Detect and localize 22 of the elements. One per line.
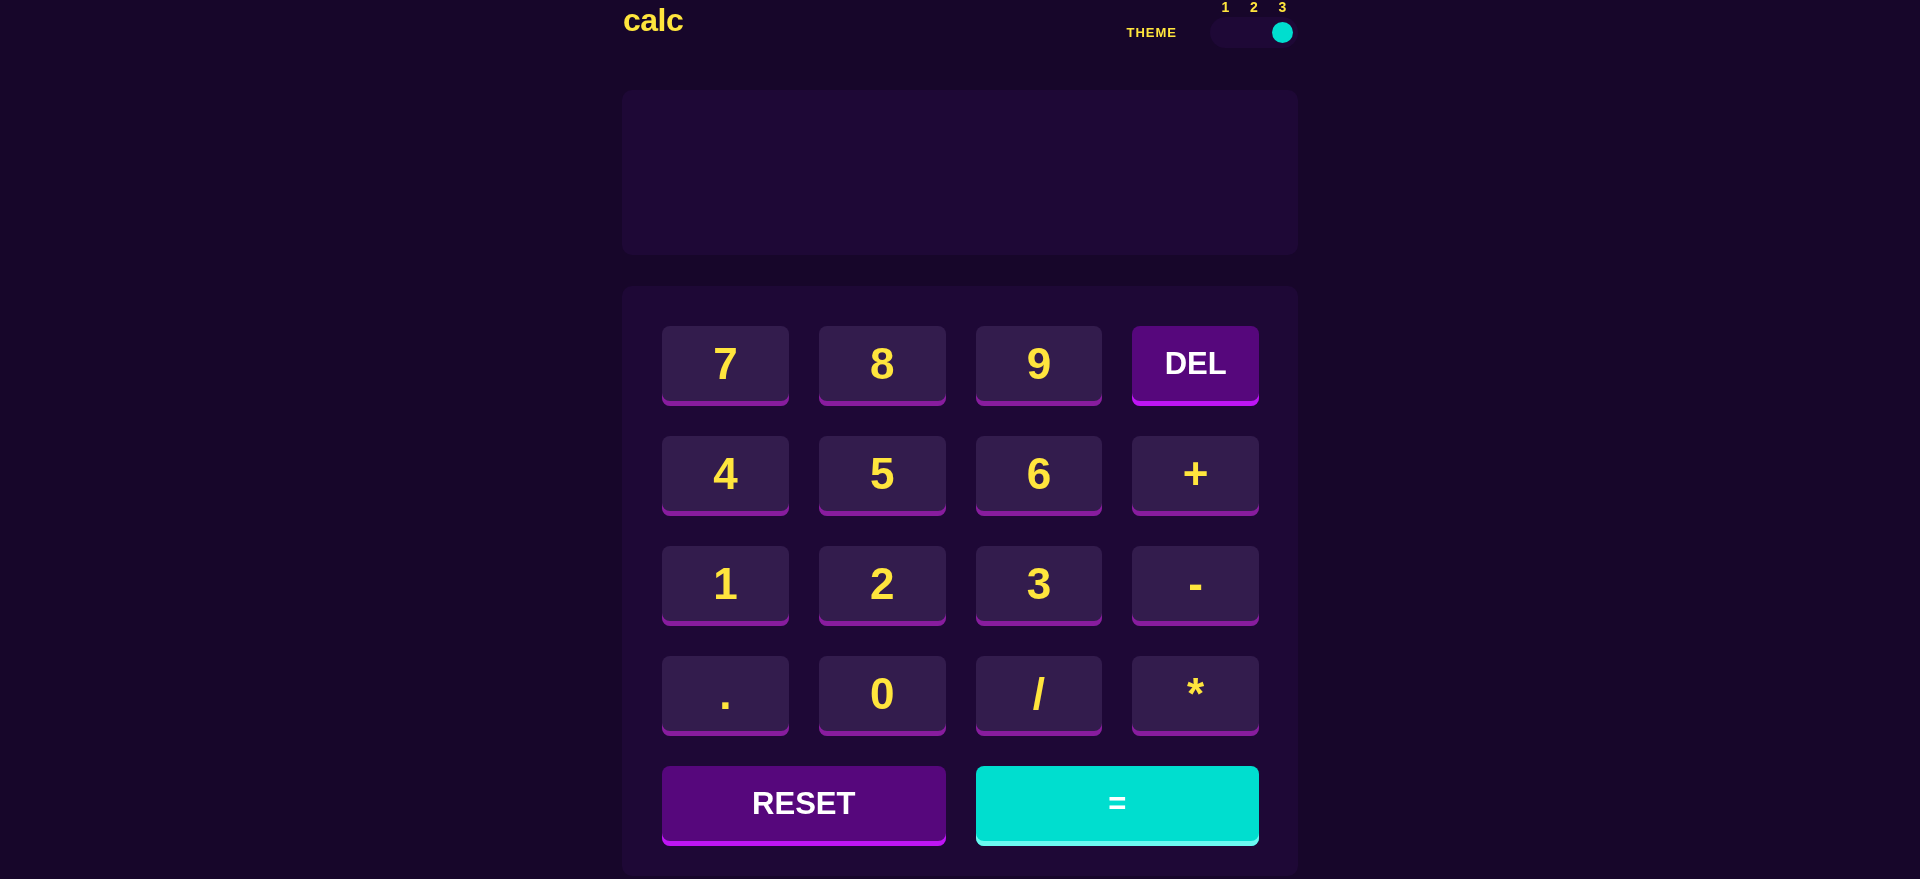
theme-option[interactable]: 3 <box>1272 0 1293 43</box>
digit-key[interactable]: 7 <box>662 326 789 406</box>
digit-key[interactable]: 4 <box>662 436 789 516</box>
digit-key[interactable]: 2 <box>818 546 946 626</box>
digit-key[interactable]: 0 <box>818 656 946 736</box>
digit-key[interactable]: 9 <box>975 326 1103 406</box>
digit-key[interactable]: 5 <box>818 436 946 516</box>
decimal-point-key[interactable]: . <box>662 656 789 736</box>
operator-key[interactable]: * <box>1132 656 1259 736</box>
theme-option[interactable]: 1 <box>1215 0 1236 43</box>
theme-label: THEME <box>1126 24 1177 42</box>
operator-key[interactable]: / <box>975 656 1103 736</box>
digit-key[interactable]: 8 <box>818 326 946 406</box>
theme-option[interactable]: 2 <box>1243 0 1265 43</box>
reset-button[interactable]: RESET <box>662 766 946 846</box>
digit-key[interactable]: 6 <box>975 436 1103 516</box>
digit-key[interactable]: 1 <box>662 546 789 626</box>
digit-key[interactable]: 3 <box>975 546 1103 626</box>
operator-key[interactable]: + <box>1132 436 1259 516</box>
delete-button[interactable]: DEL <box>1132 326 1259 406</box>
operator-key[interactable]: - <box>1132 546 1259 626</box>
logo-text: calc <box>623 4 684 36</box>
